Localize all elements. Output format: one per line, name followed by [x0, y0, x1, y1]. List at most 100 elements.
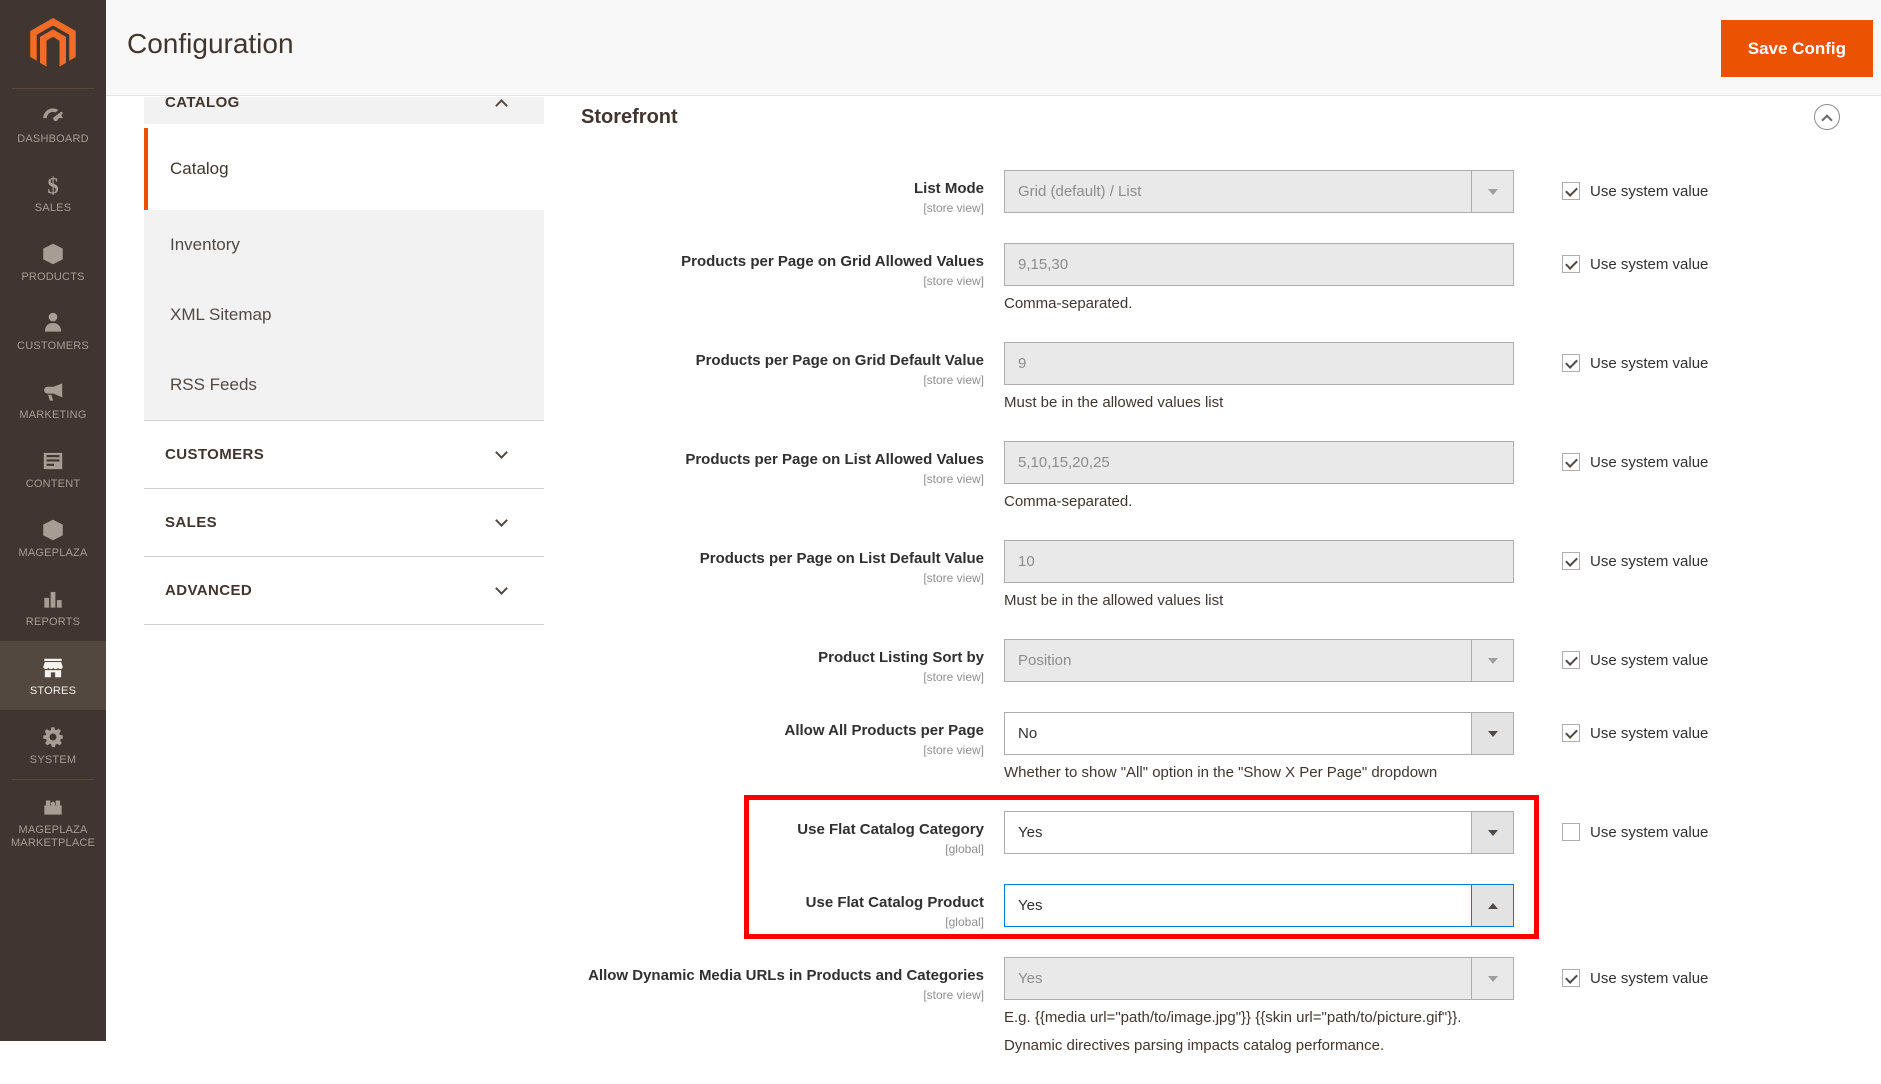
field-value: 9,15,30: [1018, 256, 1069, 273]
marketplace-icon: [2, 793, 104, 820]
dropdown-arrow-icon: [1487, 657, 1498, 664]
sidebar-item-stores[interactable]: STORES: [0, 641, 106, 710]
use-system-value-checkbox[interactable]: [1562, 823, 1580, 841]
dropdown-arrow-icon: [1487, 829, 1498, 836]
select-dropdown: Yes: [1004, 957, 1514, 1000]
use-system-value-label: Use system value: [1590, 823, 1709, 841]
use-system-value-label: Use system value: [1590, 969, 1709, 987]
sidebar-item-reports[interactable]: REPORTS: [0, 572, 106, 641]
sidebar-item-label: MAGEPLAZA: [18, 547, 88, 559]
sidebar-item-mageplaza[interactable]: MAGEPLAZA: [0, 503, 106, 572]
sidebar-item-content[interactable]: CONTENT: [0, 434, 106, 503]
nav-item-xml-sitemap[interactable]: XML Sitemap: [144, 280, 544, 350]
text-input: 9: [1004, 342, 1514, 385]
field-label: List Mode: [914, 180, 984, 197]
nav-section-label: CUSTOMERS: [165, 446, 265, 463]
form-row: Allow Dynamic Media URLs in Products and…: [581, 957, 1881, 1056]
use-system-value-label: Use system value: [1590, 552, 1709, 570]
select-dropdown: Position: [1004, 639, 1514, 682]
products-icon: [2, 240, 104, 267]
use-system-value-checkbox[interactable]: [1562, 255, 1580, 273]
magento-logo[interactable]: [0, 0, 106, 88]
field-note: Comma-separated.: [1004, 295, 1133, 312]
field-note: E.g. {{media url="path/to/image.jpg"}} {…: [1004, 1009, 1462, 1026]
field-value: 5,10,15,20,25: [1018, 454, 1110, 471]
use-system-value-label: Use system value: [1590, 354, 1709, 372]
dropdown-arrow-icon: [1487, 188, 1498, 195]
chevron-down-icon: [495, 514, 508, 527]
field-scope: [store view]: [923, 743, 984, 757]
sidebar-item-label: PRODUCTS: [21, 271, 85, 283]
chevron-up-icon: [1821, 114, 1833, 126]
stores-icon: [2, 654, 104, 681]
section-collapse-button[interactable]: [1814, 104, 1840, 130]
select-dropdown[interactable]: No: [1004, 712, 1514, 755]
field-label: Products per Page on Grid Allowed Values: [681, 253, 984, 270]
field-scope: [store view]: [923, 274, 984, 288]
dropdown-arrow-button[interactable]: [1471, 640, 1513, 681]
field-value: No: [1018, 725, 1038, 742]
field-value: Yes: [1018, 897, 1043, 914]
dropdown-arrow-button[interactable]: [1471, 812, 1513, 853]
storefront-settings-panel: Storefront List Mode [store view] Grid (…: [581, 96, 1881, 1084]
sidebar-item-customers[interactable]: CUSTOMERS: [0, 296, 106, 365]
field-note: Comma-separated.: [1004, 493, 1133, 510]
nav-item-catalog[interactable]: Catalog: [144, 128, 544, 210]
use-system-value-checkbox[interactable]: [1562, 354, 1580, 372]
nav-item-inventory[interactable]: Inventory: [144, 210, 544, 280]
use-system-value-checkbox[interactable]: [1562, 182, 1580, 200]
dropdown-arrow-button[interactable]: [1471, 171, 1513, 212]
field-note: Must be in the allowed values list: [1004, 592, 1224, 609]
nav-section-advanced[interactable]: ADVANCED: [144, 556, 544, 624]
dropdown-arrow-button[interactable]: [1471, 713, 1513, 754]
nav-section-label: ADVANCED: [165, 582, 253, 599]
select-dropdown[interactable]: Yes: [1004, 884, 1514, 927]
dropdown-arrow-button[interactable]: [1471, 885, 1513, 926]
save-config-button[interactable]: Save Config: [1720, 20, 1873, 77]
field-scope: [store view]: [923, 472, 984, 486]
customers-icon: [2, 309, 104, 336]
use-system-value-checkbox[interactable]: [1562, 724, 1580, 742]
form-row: Product Listing Sort by [store view] Pos…: [581, 639, 1881, 684]
use-system-value-label: Use system value: [1590, 651, 1709, 669]
nav-group-catalog[interactable]: CATALOG: [144, 97, 544, 128]
sidebar-item-mageplaza-marketplace[interactable]: MAGEPLAZA MARKETPLACE: [0, 780, 106, 862]
form-row: Products per Page on Grid Allowed Values…: [581, 243, 1881, 314]
field-label: Products per Page on Grid Default Value: [695, 352, 984, 369]
dropdown-arrow-button[interactable]: [1471, 958, 1513, 999]
text-input: 5,10,15,20,25: [1004, 441, 1514, 484]
sidebar-item-dashboard[interactable]: DASHBOARD: [0, 89, 106, 158]
use-system-value-checkbox[interactable]: [1562, 453, 1580, 471]
use-system-value-checkbox[interactable]: [1562, 552, 1580, 570]
use-system-value-checkbox[interactable]: [1562, 969, 1580, 987]
nav-section-customers[interactable]: CUSTOMERS: [144, 420, 544, 488]
field-scope: [store view]: [923, 373, 984, 387]
form-row: Allow All Products per Page [store view]…: [581, 712, 1881, 783]
app-sidebar: DASHBOARD $ SALES PRODUCTS CUSTOMERS MAR…: [0, 0, 106, 1041]
dropdown-arrow-up-icon: [1487, 902, 1498, 909]
select-dropdown[interactable]: Yes: [1004, 811, 1514, 854]
sidebar-item-marketing[interactable]: MARKETING: [0, 365, 106, 434]
nav-section-sales[interactable]: SALES: [144, 488, 544, 556]
nav-item-rss-feeds[interactable]: RSS Feeds: [144, 350, 544, 420]
field-scope: [store view]: [923, 201, 984, 215]
section-title: Storefront: [581, 105, 678, 128]
use-system-value-checkbox[interactable]: [1562, 651, 1580, 669]
field-scope: [global]: [945, 915, 984, 929]
page-title: Configuration: [127, 28, 294, 59]
sidebar-item-sales[interactable]: $ SALES: [0, 158, 106, 227]
field-label: Allow Dynamic Media URLs in Products and…: [588, 967, 984, 984]
magento-logo-icon: [30, 18, 76, 67]
field-label: Allow All Products per Page: [784, 722, 984, 739]
sidebar-item-system[interactable]: SYSTEM: [0, 710, 106, 779]
marketing-icon: [2, 378, 104, 405]
field-value: Yes: [1018, 824, 1043, 841]
select-dropdown: Grid (default) / List: [1004, 170, 1514, 213]
sidebar-item-products[interactable]: PRODUCTS: [0, 227, 106, 296]
form-row: Products per Page on List Default Value …: [581, 540, 1881, 611]
field-scope: [store view]: [923, 571, 984, 585]
dropdown-arrow-icon: [1487, 730, 1498, 737]
field-value: Position: [1018, 652, 1072, 669]
nav-section-label: SALES: [165, 514, 218, 531]
use-system-value-label: Use system value: [1590, 453, 1709, 471]
